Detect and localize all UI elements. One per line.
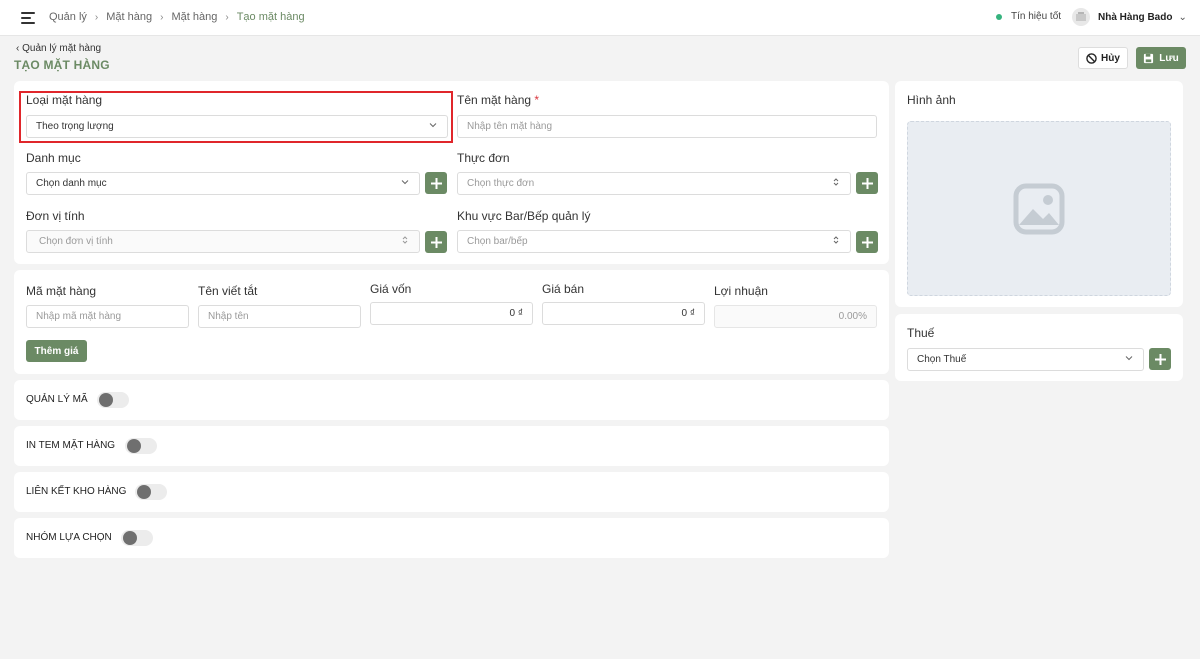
chevron-down-icon (1125, 356, 1133, 361)
category-label: Danh mục (26, 151, 81, 165)
cost-label: Giá vốn (370, 282, 412, 296)
back-link[interactable]: ‹ Quản lý mặt hàng (16, 43, 101, 54)
add-price-label: Thêm giá (34, 345, 79, 357)
toggle-row: IN TEM MẶT HÀNG (14, 426, 889, 466)
item-name-placeholder: Nhập tên mặt hàng (467, 121, 553, 132)
switch-knob (127, 439, 141, 453)
save-icon (1144, 53, 1154, 63)
code-management-switch[interactable] (97, 392, 129, 408)
code-label: Mã mặt hàng (26, 284, 97, 298)
item-name-label-text: Tên mặt hàng (457, 93, 532, 107)
toggle-label: QUẢN LÝ MÃ (26, 394, 88, 405)
page-title: TẠO MẶT HÀNG (14, 58, 110, 72)
print-label-switch[interactable] (125, 438, 157, 454)
switch-knob (123, 531, 137, 545)
breadcrumb-item[interactable]: Mặt hàng (171, 11, 217, 23)
breadcrumb: Quản lý › Mặt hàng › Mặt hàng › Tạo mặt … (49, 11, 305, 23)
tax-select[interactable]: Chọn Thuế (907, 348, 1144, 371)
store-selector[interactable]: Nhà Hàng Bado ⌄ (1072, 8, 1187, 26)
image-label: Hình ảnh (907, 93, 956, 107)
unit-label: Đơn vị tính (26, 209, 85, 223)
toggle-row: LIÊN KẾT KHO HÀNG (14, 472, 889, 512)
add-price-button[interactable]: Thêm giá (26, 340, 87, 362)
breadcrumb-current: Tạo mặt hàng (236, 11, 305, 23)
toggle-row: NHÓM LỰA CHỌN (14, 518, 889, 558)
switch-knob (137, 485, 151, 499)
warehouse-link-switch[interactable] (135, 484, 167, 500)
plus-icon (861, 236, 873, 248)
add-unit-button[interactable] (425, 231, 447, 253)
toggle-label: IN TEM MẶT HÀNG (26, 440, 116, 451)
add-tax-button[interactable] (1149, 348, 1171, 370)
short-name-input[interactable]: Nhập tên (198, 305, 361, 328)
short-name-label: Tên viết tắt (198, 284, 258, 298)
cancel-label: Hủy (1101, 52, 1120, 64)
toggle-label: NHÓM LỰA CHỌN (26, 532, 112, 543)
bar-area-label: Khu vực Bar/Bếp quản lý (457, 209, 591, 223)
tax-value: Chọn Thuế (917, 354, 967, 365)
price-label: Giá bán (542, 282, 585, 296)
code-placeholder: Nhập mã mặt hàng (36, 311, 122, 322)
plus-icon (861, 177, 873, 189)
cost-input[interactable]: 0 ₫ (370, 302, 533, 325)
chevron-right-icon: › (225, 11, 229, 23)
signal-status: Tín hiệu tốt (996, 11, 1061, 22)
tax-label: Thuế (907, 326, 935, 340)
menu-label: Thực đơn (457, 151, 510, 165)
top-bar: Quản lý › Mặt hàng › Mặt hàng › Tạo mặt … (0, 0, 1200, 36)
chevron-right-icon: › (94, 11, 99, 23)
category-select[interactable]: Chọn danh mục (26, 172, 420, 195)
menu-placeholder: Chọn thực đơn (467, 178, 535, 189)
status-dot-icon (996, 13, 1002, 20)
chevron-down-icon: ⌄ (1178, 11, 1187, 23)
plus-icon (430, 177, 442, 189)
code-input[interactable]: Nhập mã mặt hàng (26, 305, 189, 328)
bar-area-placeholder: Chọn bar/bếp (467, 236, 528, 247)
chevron-left-icon: ‹ (16, 43, 20, 54)
unit-placeholder: Chọn đơn vị tính (39, 236, 113, 247)
option-group-switch[interactable] (121, 530, 153, 546)
highlight-box (19, 91, 453, 143)
breadcrumb-item[interactable]: Mặt hàng (106, 11, 152, 23)
item-name-input[interactable]: Nhập tên mặt hàng (457, 115, 877, 138)
ban-icon (1086, 52, 1097, 64)
profit-label: Lợi nhuận (714, 284, 768, 298)
cost-value: 0 ₫ (509, 308, 523, 319)
chevron-down-icon (401, 180, 409, 185)
signal-text: Tín hiệu tốt (1011, 11, 1062, 22)
save-button[interactable]: Lưu (1136, 47, 1186, 69)
breadcrumb-item[interactable]: Quản lý (49, 11, 87, 23)
required-mark: * (534, 93, 540, 107)
plus-icon (430, 236, 442, 248)
item-name-label: Tên mặt hàng * (457, 93, 539, 107)
save-label: Lưu (1159, 52, 1179, 64)
image-upload-area[interactable] (907, 121, 1171, 296)
profit-value: 0.00% (838, 311, 867, 322)
add-menu-button[interactable] (856, 172, 878, 194)
unit-select[interactable]: Chọn đơn vị tính (26, 230, 420, 253)
add-category-button[interactable] (425, 172, 447, 194)
switch-knob (99, 393, 113, 407)
store-logo-icon (1072, 8, 1090, 26)
add-bar-area-button[interactable] (856, 231, 878, 253)
category-value: Chọn danh mục (36, 178, 107, 189)
price-value: 0 ₫ (681, 308, 695, 319)
store-name: Nhà Hàng Bado (1098, 11, 1173, 23)
updown-icon (833, 178, 839, 186)
short-name-placeholder: Nhập tên (208, 311, 249, 322)
bar-area-select[interactable]: Chọn bar/bếp (457, 230, 851, 253)
toggle-row: QUẢN LÝ MÃ (14, 380, 889, 420)
price-input[interactable]: 0 ₫ (542, 302, 705, 325)
cancel-button[interactable]: Hủy (1078, 47, 1128, 69)
menu-select[interactable]: Chọn thực đơn (457, 172, 851, 195)
updown-icon (402, 236, 408, 244)
toggle-label: LIÊN KẾT KHO HÀNG (26, 486, 127, 497)
back-label: Quản lý mặt hàng (22, 43, 102, 54)
profit-field: 0.00% (714, 305, 877, 328)
image-icon (1013, 183, 1065, 234)
chevron-right-icon: › (160, 11, 164, 23)
plus-icon (1154, 353, 1166, 365)
updown-icon (833, 236, 839, 244)
menu-icon[interactable] (21, 12, 35, 24)
